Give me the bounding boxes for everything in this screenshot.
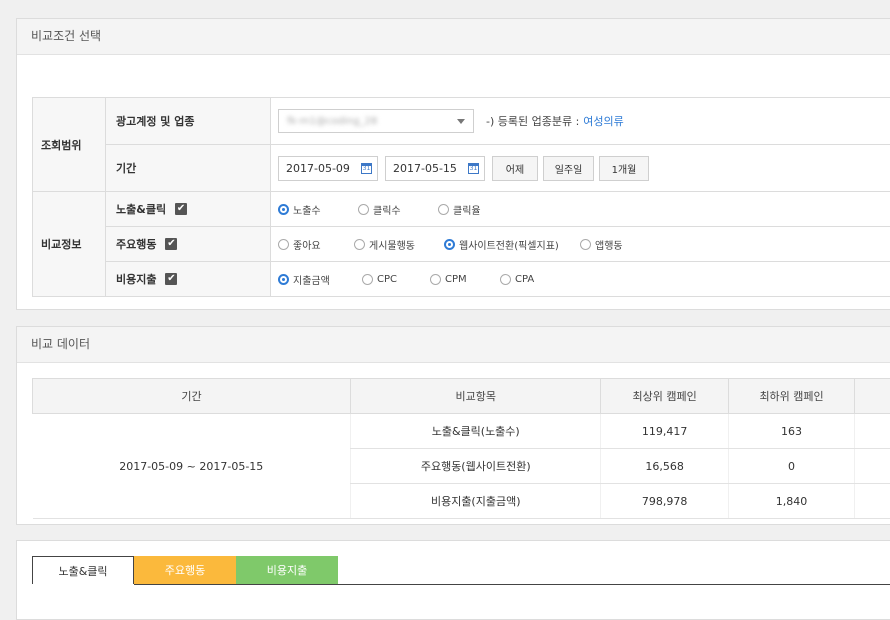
- radio-selected-icon: [444, 239, 455, 250]
- compare-data-table: 기간 비교항목 최상위 캠페인 최하위 캠페인 2017-05-09 ~ 201…: [32, 378, 890, 519]
- compare-data-panel: 비교 데이터 기간 비교항목 최상위 캠페인 최하위 캠페인 2017-05-0…: [16, 326, 890, 525]
- calendar-icon[interactable]: 31: [361, 163, 372, 174]
- business-category-link[interactable]: 여성의류: [583, 113, 623, 129]
- key-action-checkbox[interactable]: ✔: [165, 238, 177, 250]
- radio-icon: [362, 274, 373, 285]
- item-cell: 노출&클릭(노출수): [351, 414, 601, 449]
- info-category-label: 비교정보: [33, 192, 106, 297]
- radio-selected-icon: [278, 274, 289, 285]
- account-select-value: fk-m1@coding_28: [287, 116, 377, 127]
- radio-icon: [430, 274, 441, 285]
- calendar-icon[interactable]: 31: [468, 163, 479, 174]
- radio-cpc[interactable]: CPC: [362, 274, 430, 285]
- radio-icon: [500, 274, 511, 285]
- item-cell: 주요행동(웹사이트전환): [351, 449, 601, 484]
- bottom-campaign-cell: 0: [728, 449, 854, 484]
- end-date-input[interactable]: 2017-05-15 31: [385, 156, 485, 181]
- period-label: 기간: [106, 145, 271, 192]
- start-date-input[interactable]: 2017-05-09 31: [278, 156, 378, 181]
- end-date-value: 2017-05-15: [393, 162, 457, 175]
- column-header-period: 기간: [33, 379, 351, 414]
- one-week-button[interactable]: 일주일: [543, 156, 594, 181]
- key-action-options: 좋아요 게시물행동 웹사이트전환(픽셀지표) 앱행동: [278, 237, 890, 252]
- yesterday-button[interactable]: 어제: [492, 156, 538, 181]
- radio-selected-icon: [278, 204, 289, 215]
- radio-cpm[interactable]: CPM: [430, 274, 500, 285]
- business-note: -) 등록된 업종분류 :: [486, 113, 579, 129]
- radio-app-action[interactable]: 앱행동: [580, 237, 650, 252]
- column-header-bottom-campaign: 최하위 캠페인: [728, 379, 854, 414]
- table-row: 2017-05-09 ~ 2017-05-15 노출&클릭(노출수) 119,4…: [33, 414, 890, 449]
- tab-impression-click[interactable]: 노출&클릭: [32, 556, 134, 584]
- top-campaign-cell: 119,417: [601, 414, 728, 449]
- key-action-label: 주요행동: [116, 236, 156, 252]
- top-campaign-cell: 16,568: [601, 449, 728, 484]
- account-label: 광고계정 및 업종: [106, 98, 271, 145]
- extra-cell: [855, 449, 890, 484]
- bottom-campaign-cell: 163: [728, 414, 854, 449]
- period-cell: 2017-05-09 ~ 2017-05-15: [33, 414, 351, 519]
- tab-spend[interactable]: 비용지출: [236, 556, 338, 584]
- spend-label: 비용지출: [116, 271, 156, 287]
- item-cell: 비용지출(지출금액): [351, 484, 601, 519]
- radio-icon: [354, 239, 365, 250]
- radio-ctr[interactable]: 클릭율: [438, 202, 518, 217]
- radio-website-conversion[interactable]: 웹사이트전환(픽셀지표): [444, 237, 580, 252]
- compare-conditions-title: 비교조건 선택: [17, 19, 890, 55]
- radio-cpa[interactable]: CPA: [500, 274, 560, 285]
- extra-cell: [855, 484, 890, 519]
- account-select[interactable]: fk-m1@coding_28: [278, 109, 474, 133]
- chart-tabs-panel: 노출&클릭 주요행동 비용지출: [16, 540, 890, 620]
- scope-category-label: 조회범위: [33, 98, 106, 192]
- chevron-down-icon: [457, 119, 465, 124]
- tab-key-action[interactable]: 주요행동: [134, 556, 236, 584]
- bottom-campaign-cell: 1,840: [728, 484, 854, 519]
- column-header-top-campaign: 최상위 캠페인: [601, 379, 728, 414]
- radio-icon: [580, 239, 591, 250]
- column-header-item: 비교항목: [351, 379, 601, 414]
- start-date-value: 2017-05-09: [286, 162, 350, 175]
- radio-post-engagement[interactable]: 게시물행동: [354, 237, 444, 252]
- column-header-extra: [855, 379, 890, 414]
- one-month-button[interactable]: 1개월: [599, 156, 649, 181]
- impression-click-options: 노출수 클릭수 클릭율: [278, 202, 890, 217]
- radio-spend-amount[interactable]: 지출금액: [278, 272, 362, 287]
- radio-icon: [358, 204, 369, 215]
- impression-click-label: 노출&클릭: [116, 201, 166, 217]
- metric-tabs: 노출&클릭 주요행동 비용지출: [32, 556, 338, 584]
- tab-baseline: [134, 584, 890, 585]
- top-campaign-cell: 798,978: [601, 484, 728, 519]
- compare-conditions-form: 조회범위 광고계정 및 업종 fk-m1@coding_28 -) 등록된 업종…: [32, 97, 890, 297]
- compare-conditions-panel: 비교조건 선택 조회범위 광고계정 및 업종 fk-m1@coding_28 -…: [16, 18, 890, 310]
- extra-cell: [855, 414, 890, 449]
- compare-data-title: 비교 데이터: [17, 327, 890, 363]
- radio-clicks[interactable]: 클릭수: [358, 202, 438, 217]
- radio-likes[interactable]: 좋아요: [278, 237, 354, 252]
- impression-click-checkbox[interactable]: ✔: [175, 203, 187, 215]
- radio-impressions[interactable]: 노출수: [278, 202, 358, 217]
- radio-icon: [278, 239, 289, 250]
- spend-options: 지출금액 CPC CPM CPA: [278, 272, 890, 287]
- spend-checkbox[interactable]: ✔: [165, 273, 177, 285]
- radio-icon: [438, 204, 449, 215]
